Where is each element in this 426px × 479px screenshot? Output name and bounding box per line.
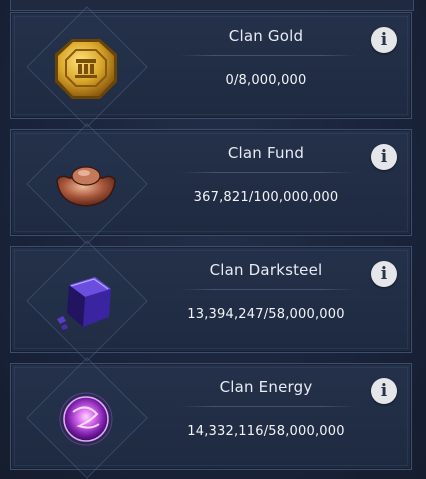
resource-card-clan-darksteel: Clan Darksteel 13,394,247/58,000,000 i bbox=[10, 240, 412, 362]
resource-card-clan-energy: Clan Energy 14,332,116/58,000,000 i bbox=[10, 357, 412, 479]
divider bbox=[179, 289, 357, 290]
resource-title: Clan Fund bbox=[227, 144, 305, 162]
resource-value: 367,821/100,000,000 bbox=[193, 190, 339, 205]
resource-title: Clan Energy bbox=[219, 378, 313, 396]
resource-title: Clan Darksteel bbox=[209, 261, 323, 279]
divider bbox=[179, 406, 357, 407]
clan-gold-coin-icon bbox=[39, 21, 133, 115]
divider bbox=[179, 172, 357, 173]
divider bbox=[179, 55, 357, 56]
clan-darksteel-cube-icon bbox=[39, 255, 133, 349]
resource-card-clan-gold: Clan Gold 0/8,000,000 i bbox=[10, 6, 412, 128]
info-button[interactable]: i bbox=[371, 378, 397, 404]
info-button[interactable]: i bbox=[371, 144, 397, 170]
resource-value: 13,394,247/58,000,000 bbox=[187, 307, 345, 322]
clan-energy-orb-icon bbox=[39, 372, 133, 466]
info-button[interactable]: i bbox=[371, 261, 397, 287]
resource-value: 14,332,116/58,000,000 bbox=[187, 424, 345, 439]
previous-card-edge bbox=[10, 0, 414, 11]
resource-value: 0/8,000,000 bbox=[225, 73, 307, 88]
clan-fund-ingot-icon bbox=[39, 138, 133, 232]
clan-resources-panel: Clan Gold 0/8,000,000 i Clan Fund 367,82… bbox=[0, 0, 426, 479]
resource-card-clan-fund: Clan Fund 367,821/100,000,000 i bbox=[10, 123, 412, 245]
resource-title: Clan Gold bbox=[228, 27, 304, 45]
info-button[interactable]: i bbox=[371, 27, 397, 53]
